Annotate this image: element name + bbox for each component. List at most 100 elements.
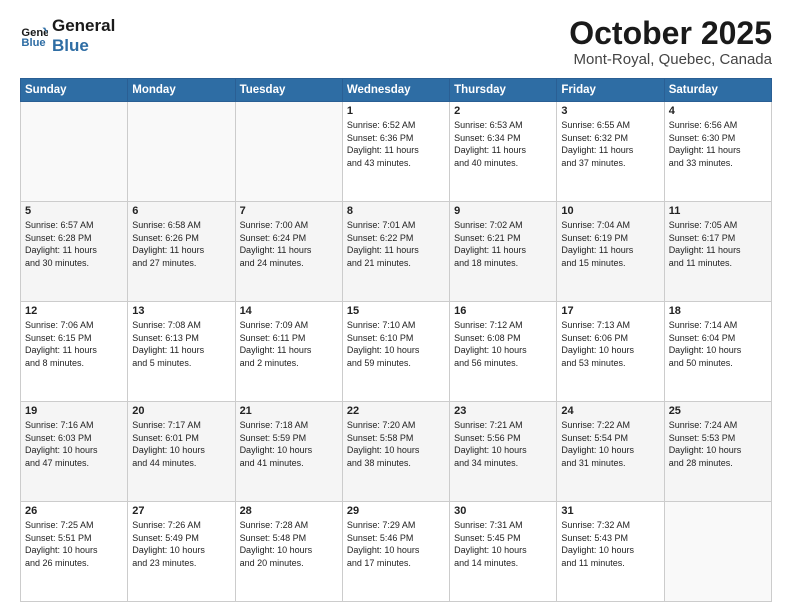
day-info: Sunrise: 7:18 AM Sunset: 5:59 PM Dayligh… bbox=[240, 419, 338, 469]
calendar-cell: 30 Sunrise: 7:31 AM Sunset: 5:45 PM Dayli… bbox=[450, 502, 557, 602]
day-info: Sunrise: 7:06 AM Sunset: 6:15 PM Dayligh… bbox=[25, 319, 123, 369]
day-number: 13 bbox=[132, 305, 230, 317]
calendar-week-2: 12 Sunrise: 7:06 AM Sunset: 6:15 PM Dayli… bbox=[21, 302, 772, 402]
day-number: 10 bbox=[561, 205, 659, 217]
calendar-cell bbox=[21, 102, 128, 202]
day-number: 2 bbox=[454, 105, 552, 117]
calendar-cell: 3 Sunrise: 6:55 AM Sunset: 6:32 PM Daylig… bbox=[557, 102, 664, 202]
day-info: Sunrise: 7:10 AM Sunset: 6:10 PM Dayligh… bbox=[347, 319, 445, 369]
day-info: Sunrise: 6:56 AM Sunset: 6:30 PM Dayligh… bbox=[669, 119, 767, 169]
day-info: Sunrise: 7:12 AM Sunset: 6:08 PM Dayligh… bbox=[454, 319, 552, 369]
day-number: 31 bbox=[561, 505, 659, 517]
day-info: Sunrise: 6:53 AM Sunset: 6:34 PM Dayligh… bbox=[454, 119, 552, 169]
calendar-cell: 7Sunrise: 7:00 AM Sunset: 6:24 PM Daylig… bbox=[235, 202, 342, 302]
day-number: 1 bbox=[347, 105, 445, 117]
day-number: 27 bbox=[132, 505, 230, 517]
day-number: 26 bbox=[25, 505, 123, 517]
logo-blue: Blue bbox=[52, 36, 115, 56]
day-info: Sunrise: 6:55 AM Sunset: 6:32 PM Dayligh… bbox=[561, 119, 659, 169]
calendar-cell: 14 Sunrise: 7:09 AM Sunset: 6:11 PM Dayli… bbox=[235, 302, 342, 402]
day-info: Sunrise: 7:01 AM Sunset: 6:22 PM Dayligh… bbox=[347, 219, 445, 269]
calendar-week-3: 19 Sunrise: 7:16 AM Sunset: 6:03 PM Dayli… bbox=[21, 402, 772, 502]
day-info: Sunrise: 6:52 AM Sunset: 6:36 PM Dayligh… bbox=[347, 119, 445, 169]
calendar-cell: 25Sunrise: 7:24 AM Sunset: 5:53 PM Dayli… bbox=[664, 402, 771, 502]
day-header-saturday: Saturday bbox=[664, 79, 771, 102]
calendar-cell: 10 Sunrise: 7:04 AM Sunset: 6:19 PM Dayli… bbox=[557, 202, 664, 302]
day-info: Sunrise: 7:31 AM Sunset: 5:45 PM Dayligh… bbox=[454, 519, 552, 569]
calendar-cell bbox=[664, 502, 771, 602]
day-info: Sunrise: 7:16 AM Sunset: 6:03 PM Dayligh… bbox=[25, 419, 123, 469]
day-header-wednesday: Wednesday bbox=[342, 79, 449, 102]
calendar-cell: 28 Sunrise: 7:28 AM Sunset: 5:48 PM Dayli… bbox=[235, 502, 342, 602]
day-number: 17 bbox=[561, 305, 659, 317]
day-header-friday: Friday bbox=[557, 79, 664, 102]
calendar-cell: 19 Sunrise: 7:16 AM Sunset: 6:03 PM Dayli… bbox=[21, 402, 128, 502]
day-number: 30 bbox=[454, 505, 552, 517]
calendar-cell: 22Sunrise: 7:20 AM Sunset: 5:58 PM Dayli… bbox=[342, 402, 449, 502]
calendar-cell: 31 Sunrise: 7:32 AM Sunset: 5:43 PM Dayli… bbox=[557, 502, 664, 602]
title-block: October 2025 Mont-Royal, Quebec, Canada bbox=[569, 16, 772, 68]
header: General Blue General Blue October 2025 M… bbox=[20, 16, 772, 68]
day-number: 11 bbox=[669, 205, 767, 217]
calendar-cell: 2 Sunrise: 6:53 AM Sunset: 6:34 PM Daylig… bbox=[450, 102, 557, 202]
day-header-sunday: Sunday bbox=[21, 79, 128, 102]
calendar-header-row: SundayMondayTuesdayWednesdayThursdayFrid… bbox=[21, 79, 772, 102]
day-number: 19 bbox=[25, 405, 123, 417]
logo: General Blue General Blue bbox=[20, 16, 115, 55]
day-info: Sunrise: 7:08 AM Sunset: 6:13 PM Dayligh… bbox=[132, 319, 230, 369]
day-number: 12 bbox=[25, 305, 123, 317]
calendar-week-0: 1 Sunrise: 6:52 AM Sunset: 6:36 PM Daylig… bbox=[21, 102, 772, 202]
calendar-cell: 6 Sunrise: 6:58 AM Sunset: 6:26 PM Daylig… bbox=[128, 202, 235, 302]
day-info: Sunrise: 7:21 AM Sunset: 5:56 PM Dayligh… bbox=[454, 419, 552, 469]
day-header-thursday: Thursday bbox=[450, 79, 557, 102]
day-number: 28 bbox=[240, 505, 338, 517]
calendar-cell: 13 Sunrise: 7:08 AM Sunset: 6:13 PM Dayli… bbox=[128, 302, 235, 402]
calendar-cell bbox=[128, 102, 235, 202]
day-info: Sunrise: 7:13 AM Sunset: 6:06 PM Dayligh… bbox=[561, 319, 659, 369]
calendar-cell: 15 Sunrise: 7:10 AM Sunset: 6:10 PM Dayli… bbox=[342, 302, 449, 402]
calendar-table: SundayMondayTuesdayWednesdayThursdayFrid… bbox=[20, 78, 772, 602]
logo-icon: General Blue bbox=[20, 22, 48, 50]
calendar-cell: 29Sunrise: 7:29 AM Sunset: 5:46 PM Dayli… bbox=[342, 502, 449, 602]
calendar-cell: 5 Sunrise: 6:57 AM Sunset: 6:28 PM Daylig… bbox=[21, 202, 128, 302]
calendar-cell bbox=[235, 102, 342, 202]
day-info: Sunrise: 7:04 AM Sunset: 6:19 PM Dayligh… bbox=[561, 219, 659, 269]
day-number: 16 bbox=[454, 305, 552, 317]
day-info: Sunrise: 7:28 AM Sunset: 5:48 PM Dayligh… bbox=[240, 519, 338, 569]
day-info: Sunrise: 7:05 AM Sunset: 6:17 PM Dayligh… bbox=[669, 219, 767, 269]
day-number: 25 bbox=[669, 405, 767, 417]
day-info: Sunrise: 7:09 AM Sunset: 6:11 PM Dayligh… bbox=[240, 319, 338, 369]
logo-general: General bbox=[52, 16, 115, 36]
day-number: 3 bbox=[561, 105, 659, 117]
calendar-cell: 1 Sunrise: 6:52 AM Sunset: 6:36 PM Daylig… bbox=[342, 102, 449, 202]
calendar-cell: 16 Sunrise: 7:12 AM Sunset: 6:08 PM Dayli… bbox=[450, 302, 557, 402]
day-info: Sunrise: 6:58 AM Sunset: 6:26 PM Dayligh… bbox=[132, 219, 230, 269]
day-info: Sunrise: 7:32 AM Sunset: 5:43 PM Dayligh… bbox=[561, 519, 659, 569]
day-info: Sunrise: 7:20 AM Sunset: 5:58 PM Dayligh… bbox=[347, 419, 445, 469]
calendar-cell: 4 Sunrise: 6:56 AM Sunset: 6:30 PM Daylig… bbox=[664, 102, 771, 202]
day-info: Sunrise: 7:02 AM Sunset: 6:21 PM Dayligh… bbox=[454, 219, 552, 269]
day-number: 4 bbox=[669, 105, 767, 117]
day-info: Sunrise: 7:00 AM Sunset: 6:24 PM Dayligh… bbox=[240, 219, 338, 269]
day-number: 15 bbox=[347, 305, 445, 317]
calendar-cell: 27 Sunrise: 7:26 AM Sunset: 5:49 PM Dayli… bbox=[128, 502, 235, 602]
day-info: Sunrise: 6:57 AM Sunset: 6:28 PM Dayligh… bbox=[25, 219, 123, 269]
calendar-cell: 12 Sunrise: 7:06 AM Sunset: 6:15 PM Dayli… bbox=[21, 302, 128, 402]
day-number: 5 bbox=[25, 205, 123, 217]
calendar-cell: 23Sunrise: 7:21 AM Sunset: 5:56 PM Dayli… bbox=[450, 402, 557, 502]
calendar-cell: 24Sunrise: 7:22 AM Sunset: 5:54 PM Dayli… bbox=[557, 402, 664, 502]
calendar-week-4: 26Sunrise: 7:25 AM Sunset: 5:51 PM Dayli… bbox=[21, 502, 772, 602]
day-header-monday: Monday bbox=[128, 79, 235, 102]
calendar-cell: 21 Sunrise: 7:18 AM Sunset: 5:59 PM Dayli… bbox=[235, 402, 342, 502]
day-number: 21 bbox=[240, 405, 338, 417]
day-number: 18 bbox=[669, 305, 767, 317]
calendar-cell: 26Sunrise: 7:25 AM Sunset: 5:51 PM Dayli… bbox=[21, 502, 128, 602]
subtitle: Mont-Royal, Quebec, Canada bbox=[569, 51, 772, 68]
day-info: Sunrise: 7:14 AM Sunset: 6:04 PM Dayligh… bbox=[669, 319, 767, 369]
day-number: 6 bbox=[132, 205, 230, 217]
day-number: 14 bbox=[240, 305, 338, 317]
svg-text:Blue: Blue bbox=[21, 36, 45, 48]
day-info: Sunrise: 7:26 AM Sunset: 5:49 PM Dayligh… bbox=[132, 519, 230, 569]
day-number: 24 bbox=[561, 405, 659, 417]
day-number: 29 bbox=[347, 505, 445, 517]
